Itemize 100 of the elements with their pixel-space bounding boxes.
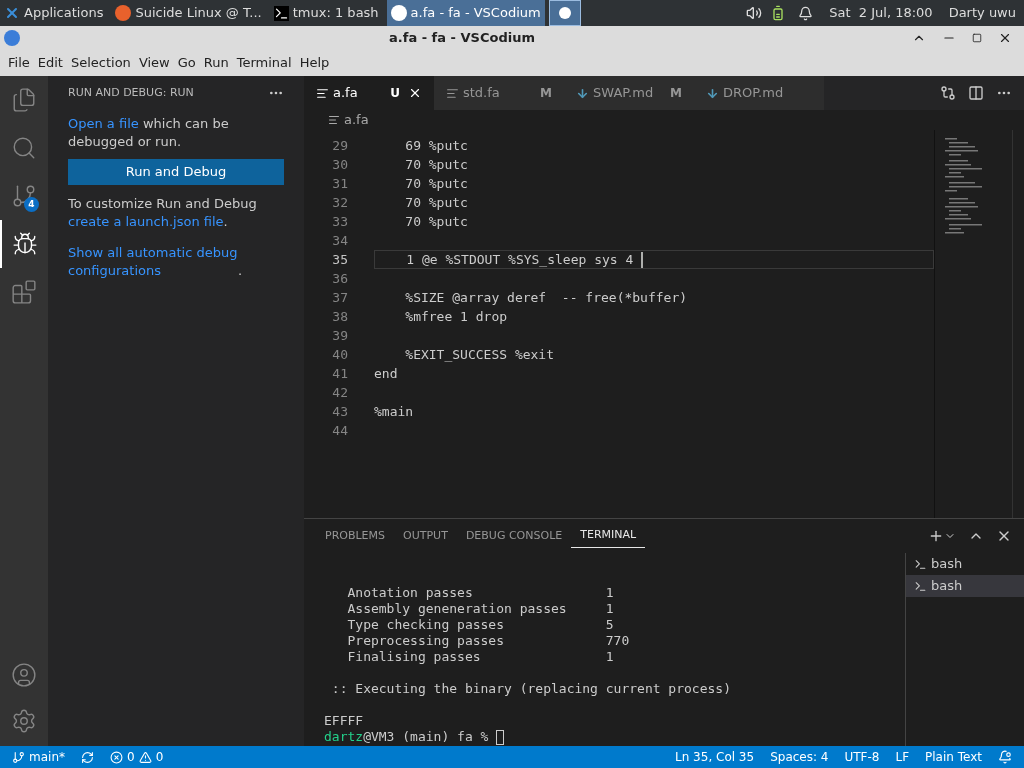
editor-tab[interactable]: std.fa M: [434, 76, 564, 110]
editor-tab[interactable]: SWAP.md M: [564, 76, 694, 110]
sync-icon[interactable]: [81, 750, 94, 764]
line-number: 42: [331, 383, 348, 402]
code-line: %main: [374, 402, 415, 421]
file-status: M: [540, 85, 552, 102]
editor-tab[interactable]: a.fa U: [304, 76, 434, 110]
window-title: a.fa - fa - VSCodium: [389, 29, 535, 48]
terminal-list-item[interactable]: bash: [906, 553, 1024, 575]
line-number: 38: [331, 307, 348, 326]
breadcrumb[interactable]: a.fa: [344, 110, 369, 130]
app-logo-icon: [558, 7, 571, 19]
panel-tab[interactable]: DEBUG CONSOLE: [456, 524, 572, 548]
editor-tab[interactable]: DROP.md: [694, 76, 824, 110]
close-icon[interactable]: [408, 86, 422, 100]
terminal-line: Anotation passes 1: [346, 585, 614, 601]
taskbar-item[interactable]: a.fa - fa - VSCodium: [386, 0, 545, 26]
code-line: %EXIT_SUCCESS %exit: [404, 345, 555, 364]
line-number: 36: [331, 269, 348, 288]
warning-icon: [138, 750, 152, 764]
code-line: 69 %putc: [404, 136, 469, 155]
show-configurations-link[interactable]: Show all automatic debug configurations: [68, 244, 238, 280]
panel-tab[interactable]: PROBLEMS: [316, 524, 395, 548]
close-icon[interactable]: [998, 31, 1012, 45]
terminal-icon: [914, 579, 927, 593]
terminal-line: :: Executing the binary (replacing current process): [330, 681, 731, 697]
taskbar-item[interactable]: tmux: 1 bash: [269, 0, 383, 26]
file-status: M: [670, 85, 682, 102]
menu-item[interactable]: Selection: [66, 53, 135, 73]
menu-item[interactable]: Run: [199, 53, 233, 73]
panel-tab[interactable]: TERMINAL: [571, 524, 646, 548]
taskbar-item[interactable]: [548, 0, 581, 26]
status-item[interactable]: Plain Text: [925, 748, 982, 766]
account-icon[interactable]: [11, 662, 37, 688]
open-file-text: Open a file which can be debugged or run.: [68, 115, 230, 151]
open-file-link[interactable]: Open a file: [68, 116, 139, 131]
search-icon: [11, 135, 37, 161]
code-line: %mfree 1 drop: [404, 307, 509, 326]
add-terminal-icon[interactable]: [928, 528, 944, 544]
menu-item[interactable]: View: [134, 53, 174, 73]
user-name[interactable]: Darty uwu: [948, 3, 1016, 23]
customize-text: To customize Run and Debug create a launch.json file.: [68, 195, 258, 231]
terminal-line: EFFFF: [324, 713, 364, 729]
menu-item[interactable]: Help: [295, 53, 334, 73]
status-item[interactable]: Spaces: 4: [770, 748, 829, 766]
terminal-list-item[interactable]: bash: [906, 575, 1024, 597]
taskbar-item[interactable]: Applications: [0, 0, 108, 26]
terminal-line: Assembly geneneration passes 1: [346, 601, 614, 617]
clock[interactable]: Sat 2 Jul, 18:00: [829, 3, 933, 23]
split-editor-icon[interactable]: [968, 85, 984, 101]
code-line: 70 %putc: [404, 193, 469, 212]
line-number: 35: [331, 250, 348, 269]
status-item[interactable]: Ln 35, Col 35: [675, 748, 755, 766]
taskbar-item[interactable]: Suicide Linux @ T...: [111, 0, 266, 26]
arrow-down-icon: [576, 86, 589, 100]
lines-icon: [446, 86, 459, 100]
blocks-icon: [11, 279, 37, 305]
period-text: .: [238, 262, 243, 280]
line-number: 41: [331, 364, 348, 383]
text-cursor: [641, 251, 644, 268]
file-status: U: [390, 85, 400, 102]
menu-item[interactable]: Terminal: [232, 53, 296, 73]
line-number: 29: [331, 136, 348, 155]
error-icon: [110, 750, 123, 764]
notification-bell-icon[interactable]: [998, 750, 1012, 764]
compare-icon[interactable]: [940, 85, 956, 101]
files-icon: [11, 87, 37, 113]
line-number: 40: [331, 345, 348, 364]
branch-status[interactable]: main*: [12, 748, 65, 766]
volume-icon[interactable]: [746, 5, 763, 21]
maximize-icon[interactable]: [972, 33, 982, 43]
line-number: 32: [331, 193, 348, 212]
menu-item[interactable]: Edit: [33, 53, 67, 73]
lines-icon: [328, 114, 340, 126]
line-number: 31: [331, 174, 348, 193]
terminal-line: Type checking passes 5: [346, 617, 614, 633]
line-number: 44: [331, 421, 348, 440]
terminal-line: Preprocessing passes 770: [346, 633, 630, 649]
problems-status[interactable]: 0 0: [110, 748, 164, 766]
settings-icon[interactable]: [11, 708, 37, 734]
count-badge: 4: [24, 197, 39, 212]
terminal-cursor: [496, 729, 505, 745]
browser-icon: [115, 5, 132, 21]
line-number: 34: [331, 231, 348, 250]
run-and-debug-button[interactable]: Run and Debug: [68, 159, 284, 185]
code-line: 70 %putc: [404, 212, 469, 231]
menu-item[interactable]: File: [4, 53, 34, 73]
bell-icon[interactable]: [798, 5, 814, 21]
activity-item[interactable]: 4: [0, 172, 48, 220]
line-number: 33: [331, 212, 348, 231]
status-item[interactable]: UTF-8: [844, 748, 880, 766]
menu-item[interactable]: Go: [173, 53, 200, 73]
terminal-icon: [914, 557, 927, 571]
panel-tab[interactable]: OUTPUT: [394, 524, 457, 548]
code-line: 70 %putc: [404, 174, 469, 193]
status-item[interactable]: LF: [895, 748, 910, 766]
code-line: 70 %putc: [404, 155, 469, 174]
sidebar-title: RUN AND DEBUG: RUN: [68, 84, 194, 101]
x-logo-icon: [4, 5, 20, 21]
launch-json-link[interactable]: create a launch.json file: [68, 214, 224, 229]
